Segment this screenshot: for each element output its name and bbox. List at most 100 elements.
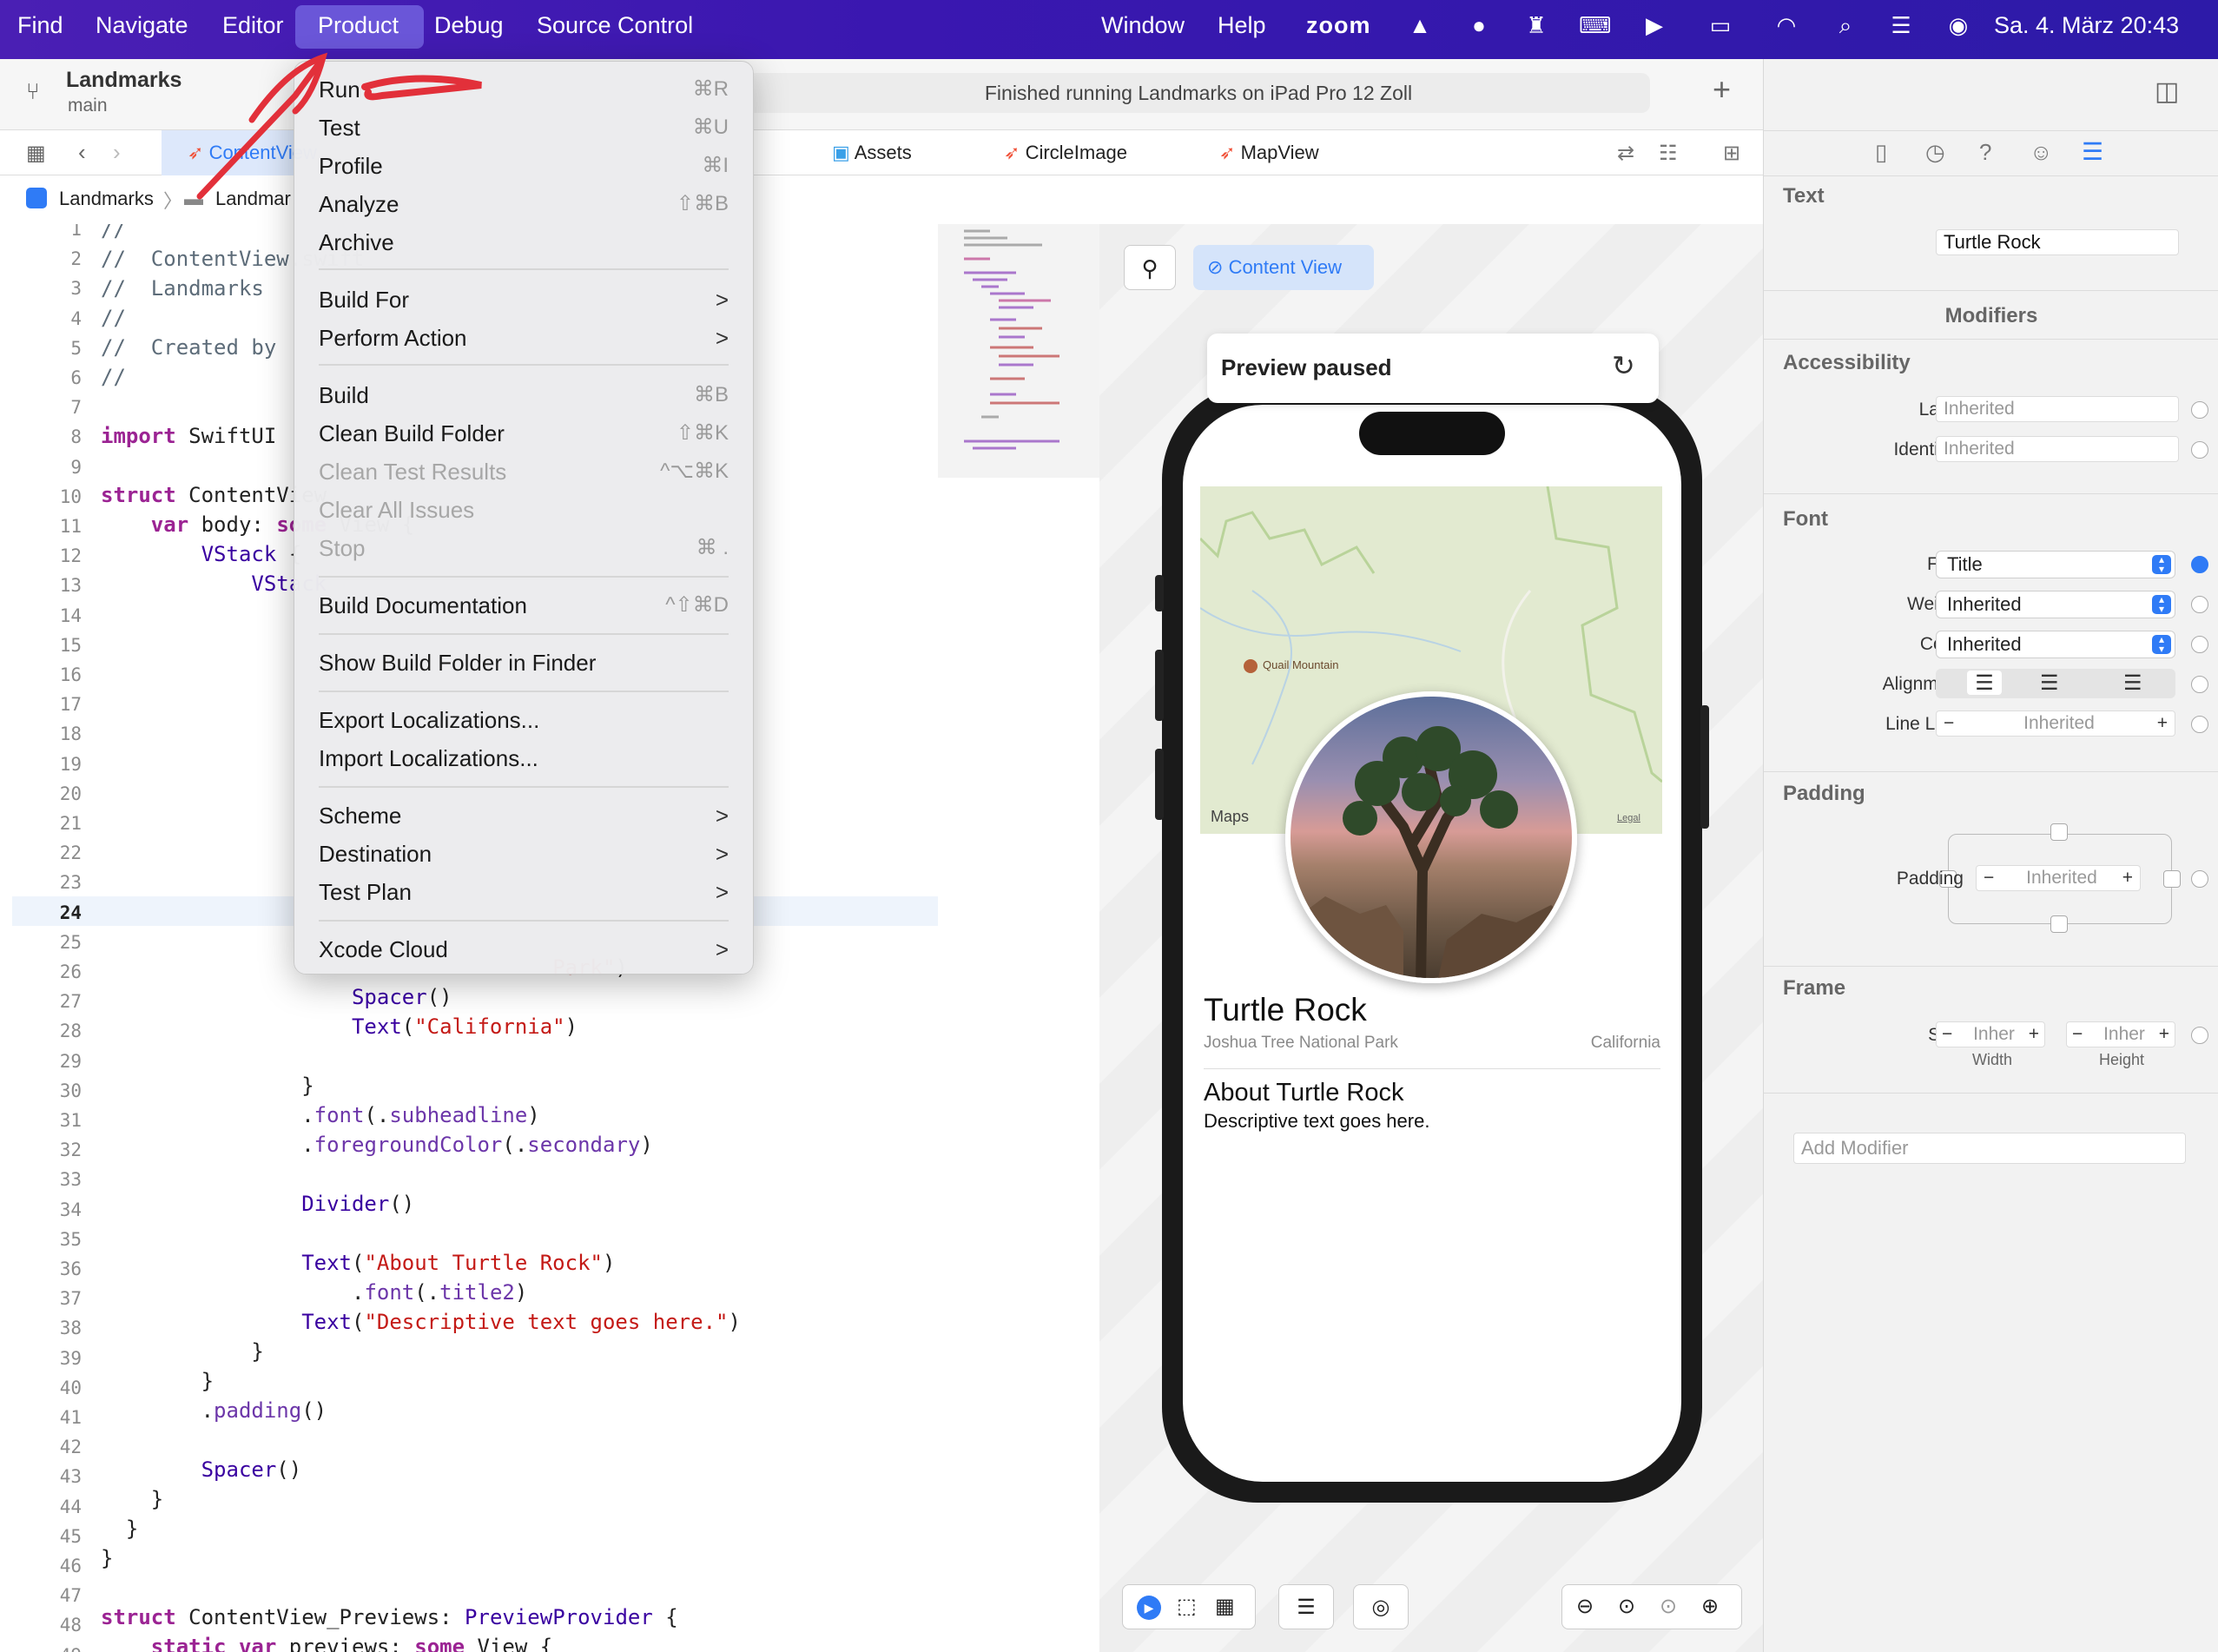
swap-icon[interactable]: ⇄ bbox=[1617, 141, 1634, 166]
zoom-actual-icon[interactable]: ⊙ bbox=[1660, 1594, 1677, 1619]
plus-icon[interactable]: + bbox=[2029, 1022, 2039, 1047]
device-icon[interactable]: ◎ bbox=[1353, 1584, 1409, 1629]
color-radio[interactable] bbox=[2191, 636, 2208, 653]
identifier-field[interactable]: Inherited bbox=[1936, 436, 2179, 462]
toggle-inspector-icon[interactable]: ◫ bbox=[2155, 76, 2179, 107]
color-select[interactable]: Inherited ▴ ▾ bbox=[1936, 631, 2175, 658]
menu-item-perform-action[interactable]: Perform Action > bbox=[319, 320, 729, 355]
history-icon[interactable]: ◷ bbox=[1925, 139, 1945, 166]
zoom-in-icon[interactable]: ⊕ bbox=[1701, 1594, 1719, 1619]
keyboard-icon[interactable]: ⌨ bbox=[1579, 10, 1612, 40]
height-stepper[interactable]: − Inher + bbox=[2066, 1021, 2175, 1047]
menu-item-clean-build-folder[interactable]: Clean Build Folder ⇧⌘K bbox=[319, 416, 729, 451]
accessibility-icon[interactable]: ☺ bbox=[2030, 139, 2053, 166]
wifi-icon[interactable]: ◠ bbox=[1772, 10, 1801, 40]
menu-item-stop[interactable]: Stop ⌘ . bbox=[319, 531, 729, 565]
minus-icon[interactable]: − bbox=[1944, 711, 1954, 736]
drive-icon[interactable]: ▲ bbox=[1405, 10, 1435, 40]
menu-item-xcode-cloud[interactable]: Xcode Cloud > bbox=[319, 932, 729, 967]
search-icon[interactable]: ⌕ bbox=[1831, 10, 1860, 40]
tab-circleimage[interactable]: ➶ CircleImage bbox=[1004, 130, 1127, 175]
help-status-icon[interactable]: ● bbox=[1464, 10, 1494, 40]
menu-item-destination[interactable]: Destination > bbox=[319, 836, 729, 871]
help-icon[interactable]: ? bbox=[1979, 139, 1991, 166]
line-number: 48 bbox=[59, 1615, 82, 1636]
tab-mapview[interactable]: ➶ MapView bbox=[1219, 130, 1319, 175]
padding-stepper[interactable]: − Inherited + bbox=[1976, 865, 2141, 891]
play-status-icon[interactable]: ▶ bbox=[1640, 10, 1669, 40]
line-number: 43 bbox=[59, 1466, 82, 1488]
menu-item-export-localizations[interactable]: Export Localizations... bbox=[319, 703, 729, 737]
plus-icon[interactable]: + bbox=[2159, 1022, 2169, 1047]
text-value-field[interactable]: Turtle Rock bbox=[1936, 229, 2179, 255]
live-preview-icon[interactable]: ▶ bbox=[1137, 1596, 1161, 1620]
menu-item-build[interactable]: Build ⌘B bbox=[319, 378, 729, 413]
zoom-fit-icon[interactable]: ⊙ bbox=[1618, 1594, 1635, 1619]
align-left-icon[interactable]: ☰ bbox=[1967, 671, 2002, 695]
add-icon[interactable]: + bbox=[1713, 71, 1731, 108]
padding-radio[interactable] bbox=[2191, 870, 2208, 888]
menu-item-scheme[interactable]: Scheme > bbox=[319, 798, 729, 833]
font-select[interactable]: Title ▴ ▾ bbox=[1936, 551, 2175, 578]
identifier-radio[interactable] bbox=[2191, 441, 2208, 459]
menu-item-test-plan[interactable]: Test Plan > bbox=[319, 875, 729, 909]
menu-item-build-for[interactable]: Build For > bbox=[319, 282, 729, 317]
menu-item-build-documentation[interactable]: Build Documentation ^⇧⌘D bbox=[319, 588, 729, 623]
battery-icon[interactable]: ▭ bbox=[1699, 10, 1742, 40]
control-center-icon[interactable]: ☰ bbox=[1886, 10, 1916, 40]
plus-icon[interactable]: + bbox=[2157, 711, 2168, 736]
device-settings-icon[interactable]: ☰ bbox=[1278, 1584, 1334, 1629]
editor-options-icon[interactable]: ☷ bbox=[1659, 141, 1678, 166]
content-view-chip[interactable]: ⊘ Content View bbox=[1193, 245, 1374, 290]
state-label: California bbox=[1590, 1034, 1660, 1052]
align-center-icon[interactable]: ☰ bbox=[2040, 671, 2059, 696]
weight-radio[interactable] bbox=[2191, 596, 2208, 613]
zoom-out-icon[interactable]: ⊖ bbox=[1576, 1594, 1594, 1619]
file-icon[interactable]: ▯ bbox=[1875, 139, 1887, 166]
select-arrows-icon: ▴ ▾ bbox=[2152, 554, 2171, 574]
menu-item-clean-test-results[interactable]: Clean Test Results ^⌥⌘K bbox=[319, 454, 729, 489]
attributes-icon[interactable]: ☰ bbox=[2082, 137, 2103, 166]
clock[interactable]: Sa. 4. März 20:43 bbox=[1994, 12, 2179, 39]
pin-icon[interactable]: ⚲ bbox=[1124, 245, 1176, 290]
font-radio[interactable] bbox=[2191, 556, 2208, 573]
plus-icon[interactable]: + bbox=[2122, 866, 2133, 890]
minus-icon[interactable]: − bbox=[1984, 866, 1994, 890]
train-icon[interactable]: ♜ bbox=[1522, 10, 1551, 40]
tab-assets[interactable]: ▣ Assets bbox=[832, 130, 912, 175]
preview-mode-controls: ▶ ⬚ ▦ bbox=[1122, 1584, 1256, 1629]
menu-item-show-build-folder[interactable]: Show Build Folder in Finder bbox=[319, 645, 729, 680]
minus-icon[interactable]: − bbox=[1942, 1022, 1952, 1047]
refresh-icon[interactable]: ↻ bbox=[1612, 349, 1635, 382]
line-limit-stepper[interactable]: − Inherited + bbox=[1936, 710, 2175, 737]
weight-select[interactable]: Inherited ▴ ▾ bbox=[1936, 591, 2175, 618]
width-stepper[interactable]: − Inher + bbox=[1936, 1021, 2045, 1047]
menu-window[interactable]: Window bbox=[1101, 12, 1185, 39]
label-radio[interactable] bbox=[2191, 401, 2208, 419]
align-right-icon[interactable]: ☰ bbox=[2123, 671, 2142, 696]
menu-item-clear-all-issues[interactable]: Clear All Issues bbox=[319, 492, 729, 527]
line-number: 6 bbox=[70, 367, 82, 388]
frame-radio[interactable] bbox=[2191, 1027, 2208, 1044]
code-line: Text("California") bbox=[351, 1014, 578, 1039]
padding-bottom-checkbox[interactable] bbox=[2050, 915, 2068, 933]
selectable-icon[interactable]: ⬚ bbox=[1177, 1594, 1197, 1619]
padding-trailing-checkbox[interactable] bbox=[2163, 870, 2181, 888]
siri-icon[interactable]: ◉ bbox=[1944, 10, 1973, 40]
line-limit-radio[interactable] bbox=[2191, 716, 2208, 733]
label-field[interactable]: Inherited bbox=[1936, 396, 2179, 422]
menu-help[interactable]: Help bbox=[1218, 12, 1266, 39]
menu-item-import-localizations[interactable]: Import Localizations... bbox=[319, 741, 729, 776]
variants-icon[interactable]: ▦ bbox=[1215, 1594, 1235, 1619]
minimap[interactable] bbox=[938, 224, 1099, 478]
legal-link[interactable]: Legal bbox=[1617, 813, 1640, 823]
add-modifier-field[interactable]: Add Modifier bbox=[1793, 1133, 2186, 1164]
menu-zoom[interactable]: zoom bbox=[1306, 12, 1371, 39]
padding-top-checkbox[interactable] bbox=[2050, 823, 2068, 841]
code-line: // bbox=[101, 306, 126, 330]
split-editor-icon[interactable]: ⊞ bbox=[1723, 141, 1740, 166]
minus-icon[interactable]: − bbox=[2072, 1022, 2083, 1047]
menu-item-archive[interactable]: Archive bbox=[319, 225, 729, 260]
alignment-radio[interactable] bbox=[2191, 676, 2208, 693]
joshua-tree-graphic bbox=[1291, 726, 1572, 978]
